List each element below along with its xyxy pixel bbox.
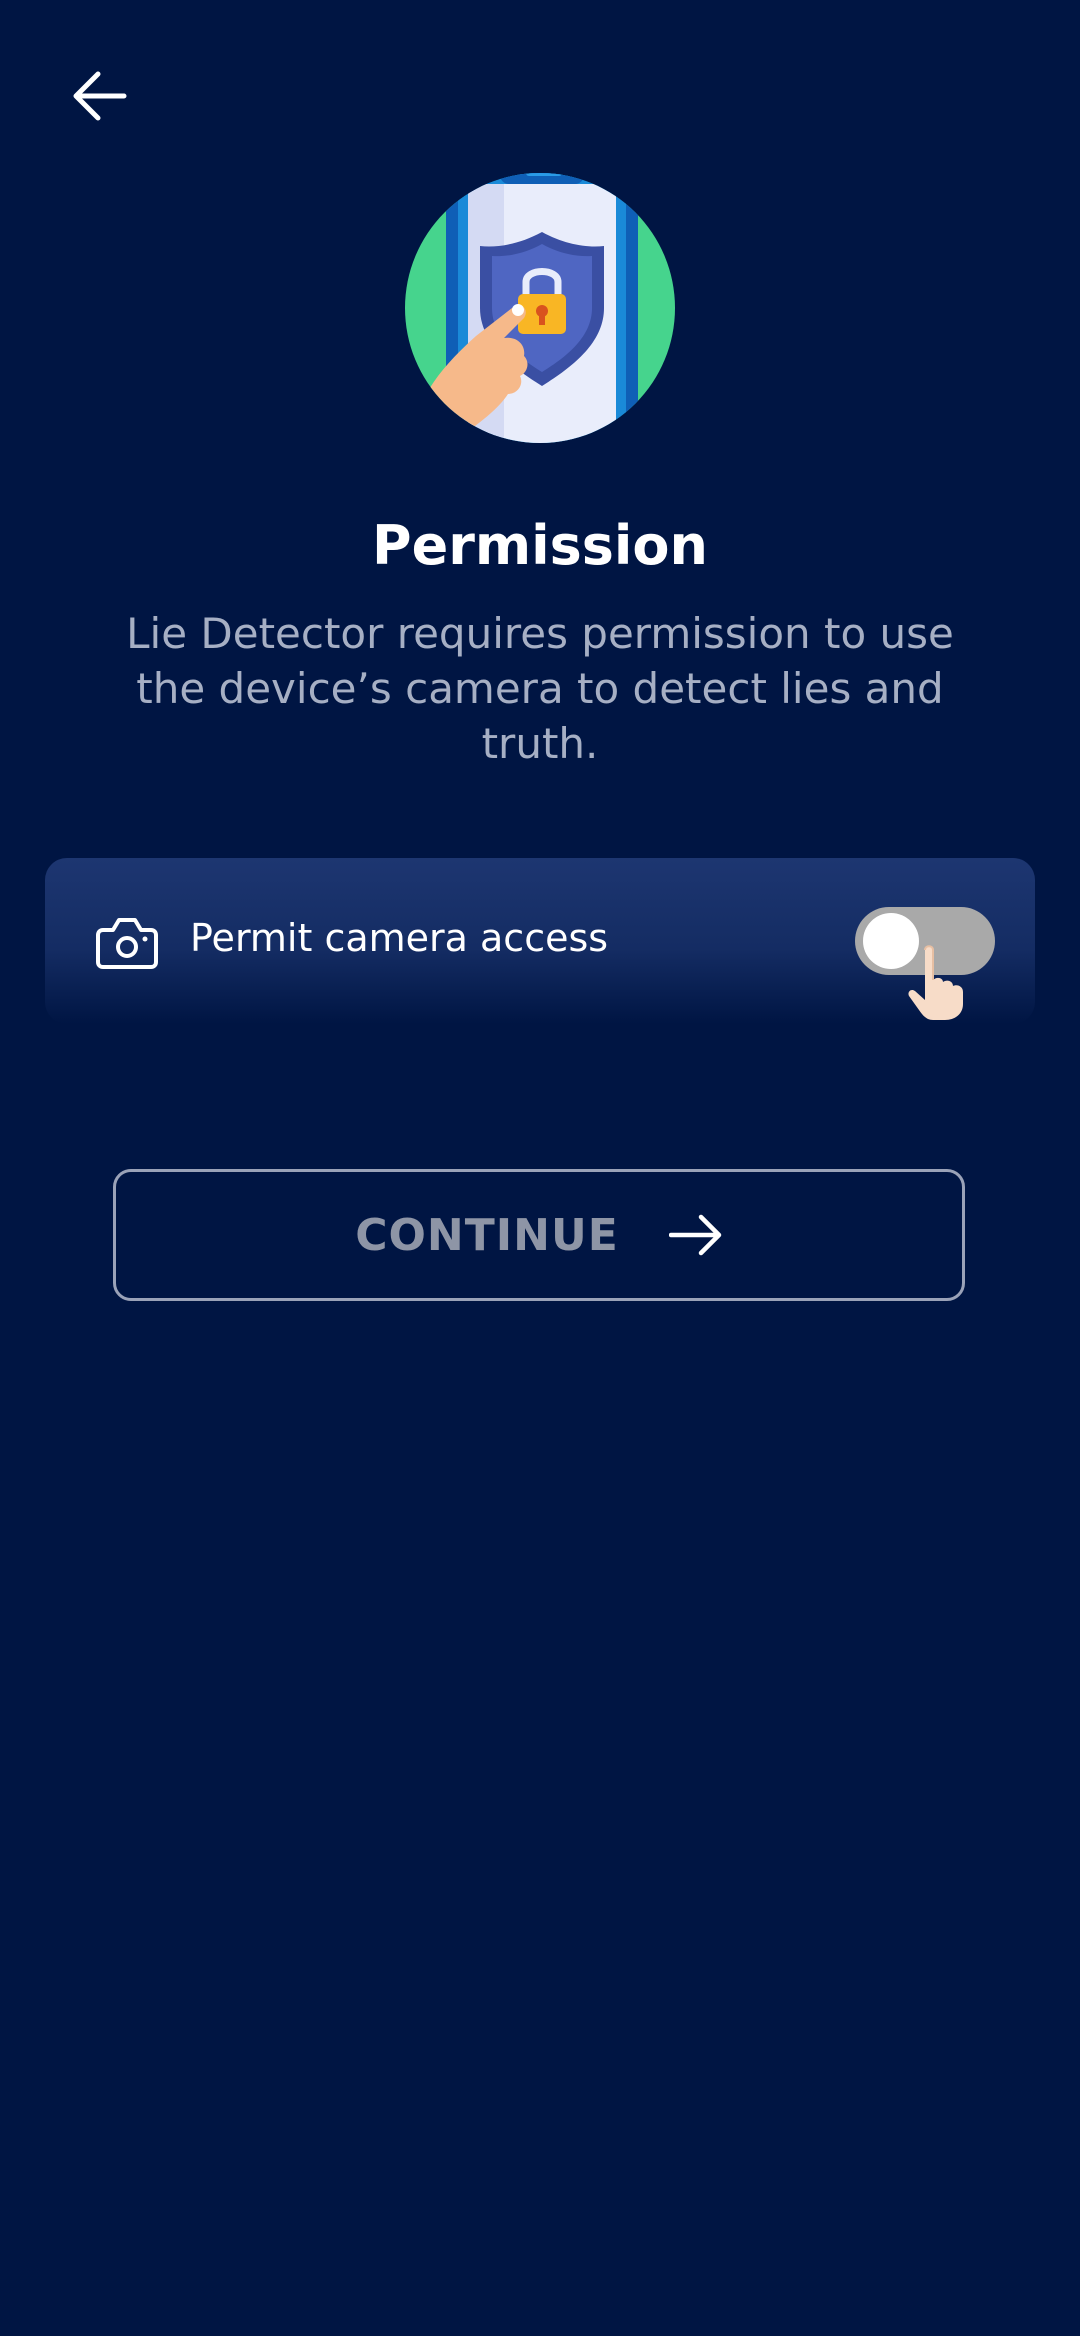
camera-permission-card: Permit camera access [45, 858, 1035, 1024]
arrow-left-icon [73, 71, 127, 121]
back-button[interactable] [52, 48, 148, 144]
page-title: Permission [372, 514, 708, 577]
phone-shield-lock-illustration [400, 158, 680, 448]
permission-label: Permit camera access [190, 916, 609, 960]
arrow-right-icon [668, 1214, 721, 1256]
camera-icon [96, 918, 158, 969]
continue-button[interactable]: CONTINUE [113, 1169, 965, 1301]
tap-hand-icon [908, 945, 963, 1020]
continue-label: CONTINUE [355, 1209, 619, 1261]
permission-description: Lie Detector requires permission to use … [126, 609, 954, 768]
